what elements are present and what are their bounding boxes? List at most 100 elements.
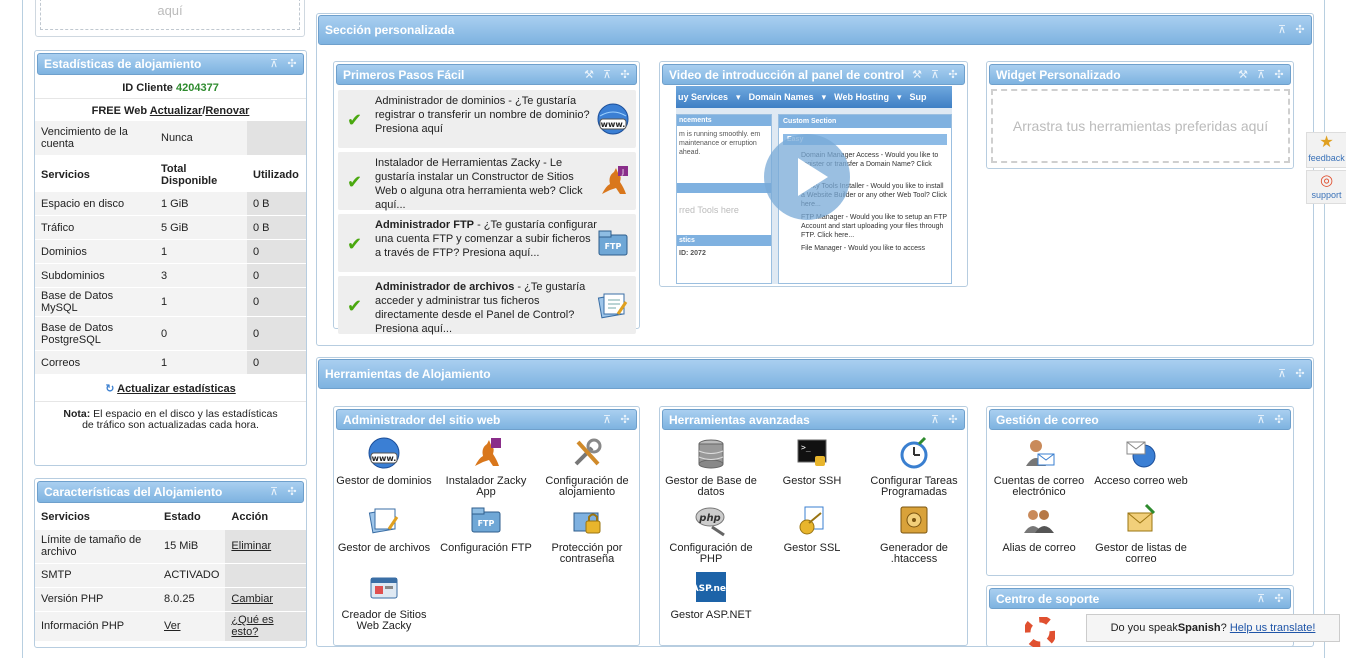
pin-icon[interactable]: ⊼ — [930, 414, 940, 425]
pin-icon[interactable]: ⊼ — [1277, 369, 1287, 380]
feedback-tab[interactable]: ★ feedback — [1306, 132, 1346, 168]
first-steps-header[interactable]: Primeros Pasos Fácil ⚒ ⊼ ✣ — [336, 64, 637, 85]
delete-limit-link[interactable]: Eliminar — [231, 540, 271, 552]
move-icon[interactable]: ✣ — [948, 414, 958, 425]
tool-label: Alias de correo — [1002, 542, 1076, 554]
note-text: El espacio en el disco y las estadística… — [82, 408, 278, 431]
pin-icon[interactable]: ⊼ — [930, 69, 940, 80]
wrench-icon[interactable]: ⚒ — [1238, 69, 1248, 80]
plan-row: FREE Web Actualizar/Renovar — [35, 99, 306, 121]
svg-text:www.: www. — [601, 120, 626, 129]
step-ftp-manager[interactable]: ✔ Administrador FTP - ¿Te gustaría confi… — [338, 214, 636, 272]
renew-link[interactable]: Renovar — [205, 105, 249, 117]
scheduled-tasks-icon — [900, 436, 928, 469]
hosting-stats-header[interactable]: Estadísticas de alojamiento ⊼ ✣ — [37, 53, 304, 75]
pin-icon[interactable]: ⊼ — [269, 59, 279, 70]
tool-cron-jobs[interactable]: Configurar Tareas Programadas — [864, 436, 964, 498]
tool-webmail[interactable]: Acceso correo web — [1091, 436, 1191, 487]
pin-icon[interactable]: ⊼ — [602, 414, 612, 425]
tool-ssh-manager[interactable]: >_ Gestor SSH — [762, 436, 862, 487]
tool-ftp-config[interactable]: FTP Configuración FTP — [436, 503, 536, 554]
lifebuoy-icon[interactable] — [1025, 617, 1055, 647]
tool-hosting-config[interactable]: Configuración de alojamiento — [537, 436, 637, 498]
move-icon[interactable]: ✣ — [1274, 69, 1284, 80]
tool-email-accounts[interactable]: Cuentas de correo electrónico — [989, 436, 1089, 498]
support-header[interactable]: Centro de soporte ⊼ ✣ — [989, 588, 1291, 609]
tool-domain-manager[interactable]: www. Gestor de dominios — [334, 436, 434, 487]
video-player[interactable]: uy Services ▾ Domain Names ▾ Web Hosting ▾ … — [676, 86, 952, 284]
hosting-features-header[interactable]: Características del Alojamiento ⊼ ✣ — [37, 481, 304, 503]
advanced-tools-header[interactable]: Herramientas avanzadas ⊼ ✣ — [662, 409, 965, 430]
pin-icon[interactable]: ⊼ — [1256, 414, 1266, 425]
what-is-this-link[interactable]: ¿Qué es esto? — [231, 614, 273, 638]
tool-password-protect[interactable]: Protección por contraseña — [537, 503, 637, 565]
pin-icon[interactable]: ⊼ — [1277, 25, 1287, 36]
step-file-manager[interactable]: ✔ Administrador de archivos - ¿Te gustar… — [338, 276, 636, 335]
support-tab[interactable]: ◎ support — [1306, 170, 1346, 204]
row-label: Información PHP — [35, 611, 158, 642]
row-used: 0 — [247, 239, 306, 264]
row-action-empty — [225, 563, 306, 588]
move-icon[interactable]: ✣ — [1295, 369, 1305, 380]
tool-label: Gestor ASP.NET — [670, 609, 752, 621]
play-button[interactable] — [764, 134, 850, 220]
change-php-link[interactable]: Cambiar — [231, 593, 273, 605]
tool-mail-alias[interactable]: Alias de correo — [989, 503, 1089, 554]
first-steps-title: Primeros Pasos Fácil — [343, 67, 465, 82]
move-icon[interactable]: ✣ — [1274, 593, 1284, 604]
tool-aspnet-manager[interactable]: ASP.net Gestor ASP.NET — [661, 570, 761, 621]
row-used: 0 — [247, 350, 306, 375]
move-icon[interactable]: ✣ — [1274, 414, 1284, 425]
step-zacky-installer[interactable]: ✔ Instalador de Herramientas Zacky - Le … — [338, 152, 636, 211]
tool-label: Cuentas de correo electrónico — [993, 475, 1085, 498]
row-used: 0 — [247, 316, 306, 351]
translate-language: Spanish — [1177, 622, 1221, 634]
pin-icon[interactable]: ⊼ — [1256, 593, 1266, 604]
move-icon[interactable]: ✣ — [620, 69, 630, 80]
tool-php-config[interactable]: php Configuración de PHP — [661, 503, 761, 565]
play-icon — [798, 158, 828, 196]
row-label: Límite de tamaño de archivo — [35, 529, 158, 564]
widget-dropzone[interactable]: Arrastra tus herramientas preferidas aqu… — [991, 89, 1290, 163]
tool-site-builder[interactable]: Creador de Sitios Web Zacky — [334, 570, 434, 632]
wrench-icon[interactable]: ⚒ — [584, 69, 594, 80]
site-admin-header[interactable]: Administrador del sitio web ⊼ ✣ — [336, 409, 637, 430]
move-icon[interactable]: ✣ — [1295, 25, 1305, 36]
move-icon[interactable]: ✣ — [287, 59, 297, 70]
left-dropzone: aquí — [35, 0, 305, 37]
hosting-tools-header[interactable]: Herramientas de Alojamiento ⊼ ✣ — [318, 359, 1312, 389]
video-text: File Manager - Would you like to access — [801, 245, 925, 252]
tool-database-manager[interactable]: Gestor de Base de datos — [661, 436, 761, 498]
wrench-icon[interactable]: ⚒ — [912, 69, 922, 80]
table-row: Tráfico 5 GiB 0 B — [35, 215, 306, 240]
svg-text:php: php — [698, 513, 720, 524]
tool-mailing-lists[interactable]: Gestor de listas de correo — [1091, 503, 1191, 565]
pin-icon[interactable]: ⊼ — [602, 69, 612, 80]
tool-file-manager[interactable]: Gestor de archivos — [334, 503, 434, 554]
tool-label: Gestor SSL — [783, 542, 841, 554]
tool-ssl-manager[interactable]: Gestor SSL — [762, 503, 862, 554]
refresh-icon[interactable]: ↻ — [105, 383, 114, 395]
row-total: 3 — [155, 263, 247, 288]
tool-htaccess[interactable]: Generador de .htaccess — [864, 503, 964, 565]
step-domain-manager[interactable]: ✔ Administrador de dominios - ¿Te gustar… — [338, 90, 636, 148]
view-phpinfo-link[interactable]: Ver — [164, 620, 181, 632]
move-icon[interactable]: ✣ — [620, 414, 630, 425]
refresh-stats-link[interactable]: Actualizar estadísticas — [117, 383, 236, 395]
mail-header[interactable]: Gestión de correo ⊼ ✣ — [989, 409, 1291, 430]
custom-widget-header[interactable]: Widget Personalizado ⚒ ⊼ ✣ — [989, 64, 1291, 85]
move-icon[interactable]: ✣ — [948, 69, 958, 80]
pin-icon[interactable]: ⊼ — [269, 487, 279, 498]
custom-section-header[interactable]: Sección personalizada ⊼ ✣ — [318, 15, 1312, 45]
tool-zacky-installer[interactable]: Instalador Zacky App — [436, 436, 536, 498]
features-header-services: Servicios — [35, 505, 158, 530]
video-text: rred Tools here — [679, 205, 739, 215]
video-header[interactable]: Video de introducción al panel de contro… — [662, 64, 965, 85]
video-text: m is running smoothly. em maintenance or… — [679, 131, 761, 156]
row-label: Tráfico — [35, 215, 155, 240]
features-header-action: Acción — [225, 505, 306, 530]
move-icon[interactable]: ✣ — [287, 487, 297, 498]
pin-icon[interactable]: ⊼ — [1256, 69, 1266, 80]
help-translate-link[interactable]: Help us translate! — [1230, 622, 1316, 634]
update-link[interactable]: Actualizar — [150, 105, 203, 117]
